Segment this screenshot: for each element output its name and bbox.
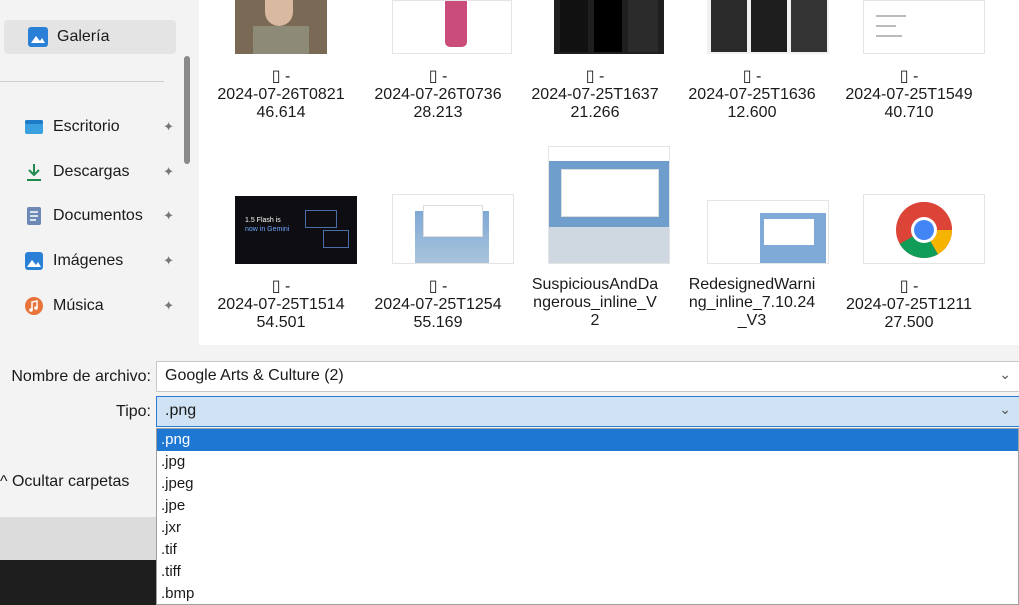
- type-option[interactable]: .tiff: [157, 561, 1018, 583]
- sidebar-item-label: Escritorio: [53, 118, 120, 135]
- save-dialog-form: Nombre de archivo: Google Arts & Culture…: [0, 345, 1019, 437]
- file-thumbnail[interactable]: [707, 0, 829, 54]
- filename-input[interactable]: Google Arts & Culture (2) ⌄: [156, 361, 1019, 392]
- file-name-line: 2024-07-25T1254: [374, 296, 502, 313]
- file-name-line: 40.710: [884, 104, 934, 121]
- file-name[interactable]: ▯ - 2024-07-25T1636 12.600: [677, 66, 827, 122]
- file-thumbnail[interactable]: [235, 0, 327, 54]
- file-name-line: 46.614: [256, 104, 306, 121]
- file-name-line: 12.600: [727, 104, 777, 121]
- file-name[interactable]: SuspiciousAndDa ngerous_inline_V 2: [520, 276, 670, 330]
- file-name-line: 2024-07-26T0736: [374, 86, 502, 103]
- thumbnail-text: 1.5 Flash is: [245, 217, 281, 224]
- type-dropdown-list[interactable]: .png .jpg .jpeg .jpe .jxr .tif .tiff .bm…: [156, 428, 1019, 605]
- type-option[interactable]: .jxr: [157, 517, 1018, 539]
- file-name-line: ▯ -: [585, 68, 605, 85]
- file-name-line: 2024-07-25T1514: [217, 296, 345, 313]
- gallery-icon: [28, 27, 48, 47]
- documents-icon: [24, 206, 44, 226]
- sidebar-item-label: Música: [53, 297, 104, 314]
- pin-icon[interactable]: ✦: [163, 164, 174, 180]
- music-icon: [24, 296, 44, 316]
- file-name-line: 21.266: [570, 104, 620, 121]
- file-thumbnail[interactable]: [863, 0, 985, 54]
- chrome-icon: [896, 201, 952, 258]
- type-label: Tipo:: [116, 403, 151, 420]
- file-thumbnail[interactable]: [548, 146, 670, 264]
- file-name-line: 55.169: [413, 314, 463, 331]
- file-thumbnail[interactable]: [392, 0, 512, 54]
- sidebar-item-label: Imágenes: [53, 252, 124, 269]
- file-name-line: 2024-07-25T1637: [531, 86, 659, 103]
- sidebar-scrollbar[interactable]: [184, 56, 190, 164]
- download-icon: [24, 162, 44, 182]
- file-name-line: ▯ -: [271, 68, 291, 85]
- sidebar-item-escritorio[interactable]: Escritorio ✦: [0, 110, 180, 144]
- file-name[interactable]: ▯ - 2024-07-25T1549 40.710: [834, 66, 984, 122]
- file-name[interactable]: ▯ - 2024-07-25T1637 21.266: [520, 66, 670, 122]
- file-name[interactable]: ▯ - 2024-07-26T0821 46.614: [206, 66, 356, 122]
- file-name-line: RedesignedWarni: [688, 276, 816, 293]
- file-name-line: ▯ -: [271, 278, 291, 295]
- file-name-line: 28.213: [413, 104, 463, 121]
- file-name[interactable]: RedesignedWarni ng_inline_7.10.24 _V3: [677, 276, 827, 330]
- file-name-line: ▯ -: [742, 68, 762, 85]
- sidebar-item-galeria[interactable]: Galería: [4, 20, 176, 54]
- chevron-down-icon[interactable]: ⌄: [999, 366, 1011, 383]
- file-name-line: 2024-07-26T0821: [217, 86, 345, 103]
- file-name-line: ▯ -: [899, 278, 919, 295]
- file-thumbnail[interactable]: 1.5 Flash is now in Gemini: [235, 196, 357, 264]
- type-option[interactable]: .png: [157, 429, 1018, 451]
- file-name[interactable]: ▯ - 2024-07-25T1211 27.500: [834, 276, 984, 332]
- desktop-icon: [24, 117, 44, 137]
- pin-icon[interactable]: ✦: [163, 208, 174, 224]
- file-name-line: ng_inline_7.10.24: [688, 294, 816, 311]
- type-select[interactable]: .png ⌄: [156, 396, 1019, 427]
- file-name-line: ▯ -: [428, 278, 448, 295]
- type-option[interactable]: .jpe: [157, 495, 1018, 517]
- type-value: .png: [165, 402, 197, 419]
- file-name-line: 54.501: [256, 314, 306, 331]
- file-thumbnail[interactable]: [707, 200, 829, 264]
- file-name[interactable]: ▯ - 2024-07-25T1254 55.169: [363, 276, 513, 332]
- file-thumbnail[interactable]: [554, 0, 664, 54]
- file-thumbnail[interactable]: [863, 194, 985, 264]
- file-name-line: ngerous_inline_V: [533, 294, 657, 311]
- file-thumbnail[interactable]: [392, 194, 514, 264]
- file-name-line: 2: [590, 312, 600, 329]
- sidebar-item-descargas[interactable]: Descargas ✦: [0, 155, 180, 189]
- file-name[interactable]: ▯ - 2024-07-26T0736 28.213: [363, 66, 513, 122]
- file-name-line: _V3: [737, 312, 767, 329]
- hide-folders-button[interactable]: ^ Ocultar carpetas: [0, 473, 129, 491]
- pictures-icon: [24, 251, 44, 271]
- filename-value: Google Arts & Culture (2): [165, 367, 344, 384]
- pin-icon[interactable]: ✦: [163, 253, 174, 269]
- sidebar-item-musica[interactable]: Música ✦: [0, 289, 180, 323]
- file-name[interactable]: ▯ - 2024-07-25T1514 54.501: [206, 276, 356, 332]
- pin-icon[interactable]: ✦: [163, 298, 174, 314]
- sidebar-item-label: Galería: [57, 28, 110, 45]
- type-option[interactable]: .bmp: [157, 583, 1018, 604]
- file-name-line: 2024-07-25T1549: [845, 86, 973, 103]
- sidebar-item-imagenes[interactable]: Imágenes ✦: [0, 244, 180, 278]
- type-option[interactable]: .jpeg: [157, 473, 1018, 495]
- sidebar-item-label: Descargas: [53, 163, 130, 180]
- file-name-line: SuspiciousAndDa: [531, 276, 659, 293]
- file-name-line: ▯ -: [899, 68, 919, 85]
- sidebar-item-label: Documentos: [53, 207, 143, 224]
- pin-icon[interactable]: ✦: [163, 119, 174, 135]
- navigation-pane: Galería Escritorio ✦ Descargas ✦ Documen…: [0, 0, 196, 345]
- file-grid: ▯ - 2024-07-26T0821 46.614 ▯ - 2024-07-2…: [199, 0, 1019, 345]
- sidebar-divider: [0, 81, 164, 82]
- type-option[interactable]: .tif: [157, 539, 1018, 561]
- file-name-line: 2024-07-25T1636: [688, 86, 816, 103]
- file-name-line: 2024-07-25T1211: [845, 296, 973, 313]
- file-name-line: 27.500: [884, 314, 934, 331]
- filename-label: Nombre de archivo:: [11, 368, 151, 385]
- type-option[interactable]: .jpg: [157, 451, 1018, 473]
- sidebar-item-documentos[interactable]: Documentos ✦: [0, 199, 180, 233]
- thumbnail-text: now in Gemini: [245, 226, 290, 233]
- chevron-down-icon[interactable]: ⌄: [999, 401, 1011, 418]
- file-name-line: ▯ -: [428, 68, 448, 85]
